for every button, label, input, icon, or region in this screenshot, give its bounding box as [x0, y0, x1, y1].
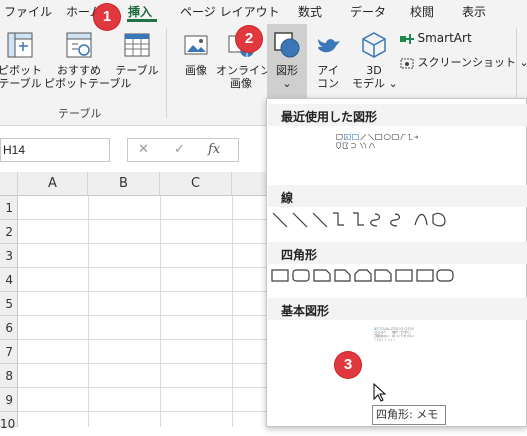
grid-line [18, 339, 270, 340]
section-basic-shapes: 基本図形 [281, 302, 329, 319]
group-separator [166, 28, 167, 118]
grid-line [18, 291, 270, 292]
online-picture-label-2: 画像 [230, 77, 252, 90]
column-header-a[interactable]: A [18, 172, 88, 196]
tab-review[interactable]: 校閲 [410, 3, 434, 20]
grid-line [18, 267, 270, 268]
row-header[interactable]: 1 [0, 196, 18, 220]
grid-line [18, 363, 270, 364]
recommended-pivot-icon [64, 30, 94, 60]
shapes-chevron-down-icon: ⌄ [282, 77, 291, 90]
grid-line [88, 196, 89, 427]
name-box[interactable]: H14 [0, 138, 110, 162]
basic-shapes-grid[interactable]: A 78 [269, 327, 525, 345]
smartart-label: SmartArt [418, 31, 472, 45]
smartart-icon [400, 33, 414, 45]
insert-function-icon[interactable]: fx [208, 142, 220, 157]
svg-text:A: A [375, 327, 377, 330]
svg-text:8: 8 [412, 328, 413, 330]
recommended-pivot-label-2: ピボットテーブル [44, 77, 131, 90]
grid-line [18, 411, 270, 412]
column-header-d[interactable] [232, 172, 270, 196]
online-picture-label-1: オンライン [216, 64, 271, 77]
tab-page-layout[interactable]: ページ レイアウト [180, 3, 280, 20]
picture-button[interactable]: 画像 [176, 30, 216, 77]
screenshot-icon [400, 57, 414, 69]
smartart-button[interactable]: SmartArt [400, 32, 472, 45]
recent-shapes-row[interactable]: A [269, 133, 509, 151]
cancel-icon[interactable]: ✕ [138, 142, 149, 157]
formula-buttons: ✕ ✓ fx [127, 138, 239, 162]
row-header[interactable]: 7 [0, 340, 18, 364]
picture-icon [181, 30, 211, 60]
mouse-cursor-icon [373, 383, 387, 403]
shapes-label: 図形 [276, 64, 298, 77]
column-header-c[interactable]: C [160, 172, 232, 196]
group-table-label: テーブル [58, 105, 101, 121]
table-button[interactable]: テーブル [114, 30, 160, 77]
pivot-label-2: テーブル [0, 77, 42, 90]
table-icon [122, 30, 152, 60]
screenshot-button[interactable]: スクリーンショット ⌄ [400, 56, 527, 69]
pivot-table-button[interactable]: ピボット テーブル [0, 30, 42, 90]
select-all-corner[interactable] [0, 172, 18, 196]
shape-tooltip: 四角形: メモ [372, 405, 446, 425]
svg-text:A: A [345, 135, 348, 140]
section-rectangles: 四角形 [281, 246, 317, 263]
shapes-gallery-dropdown: 最近使用した図形 A 線 四角形 基本図形 A 78 [266, 98, 527, 427]
step-badge-1: 1 [94, 4, 120, 30]
3d-label-2: モデル ⌄ [352, 77, 398, 90]
icons-button[interactable]: アイ コン [310, 30, 346, 90]
step-badge-2: 2 [236, 26, 262, 52]
grid-line [232, 196, 233, 427]
icons-label-1: アイ [317, 64, 338, 77]
tab-data[interactable]: データ [350, 3, 386, 20]
grid-line [18, 315, 270, 316]
row-header[interactable]: 2 [0, 220, 18, 244]
row-header[interactable]: 8 [0, 364, 18, 388]
row-header[interactable]: 3 [0, 244, 18, 268]
icons-label-2: コン [317, 77, 339, 90]
shapes-icon [272, 30, 302, 60]
pivot-label-1: ピボット [0, 64, 42, 77]
rectangles-row[interactable] [269, 267, 509, 285]
picture-label: 画像 [185, 64, 207, 77]
confirm-icon[interactable]: ✓ [174, 142, 185, 157]
worksheet-grid[interactable] [0, 172, 270, 427]
section-lines: 線 [281, 189, 293, 206]
tab-insert[interactable]: 挿入 [128, 3, 152, 20]
3d-models-button[interactable]: 3D モデル ⌄ [352, 30, 396, 90]
row-header[interactable]: 4 [0, 268, 18, 292]
shapes-button[interactable]: 図形 ⌄ [267, 24, 307, 102]
svg-text:7: 7 [409, 328, 410, 330]
row-header[interactable]: 10 [0, 412, 18, 427]
table-label: テーブル [115, 64, 158, 77]
row-header[interactable]: 5 [0, 292, 18, 316]
grid-line [18, 219, 270, 220]
grid-line [18, 387, 270, 388]
row-header[interactable]: 6 [0, 316, 18, 340]
step-badge-3: 3 [335, 352, 361, 378]
tab-file[interactable]: ファイル [4, 3, 52, 20]
section-header-bg [268, 185, 527, 207]
3d-label-1: 3D [366, 64, 381, 77]
tab-formulas[interactable]: 数式 [298, 3, 322, 20]
tab-view[interactable]: 表示 [462, 3, 486, 20]
lines-row[interactable] [269, 211, 509, 229]
recommended-pivot-button[interactable]: おすすめ ピボットテーブル [44, 30, 114, 90]
screenshot-label: スクリーンショット ⌄ [418, 56, 527, 69]
grid-line [160, 196, 161, 427]
row-header[interactable]: 9 [0, 388, 18, 412]
bird-icon [313, 30, 343, 60]
grid-line [18, 243, 270, 244]
ribbon-tab-bar: ファイル ホーム 挿入 ページ レイアウト 数式 データ 校閲 表示 [0, 0, 527, 22]
column-header-b[interactable]: B [88, 172, 160, 196]
section-recent-shapes: 最近使用した図形 [281, 108, 377, 125]
pivot-table-icon [5, 30, 35, 60]
cube-icon [359, 30, 389, 60]
recommended-pivot-label-1: おすすめ [57, 64, 101, 77]
